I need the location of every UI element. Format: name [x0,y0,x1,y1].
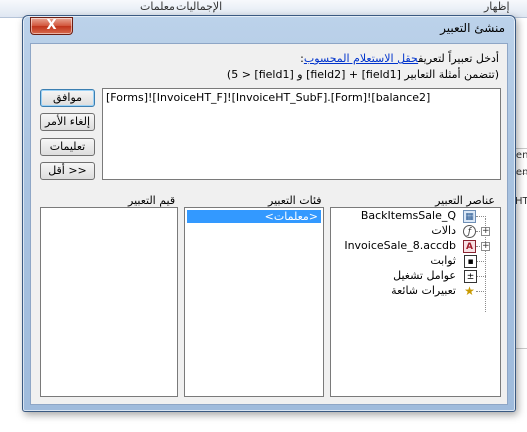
tree-item-operators[interactable]: عوامل تشغيل [393,269,456,283]
tree-item-common-expressions[interactable]: تعبيرات شائعة [391,284,456,298]
tree-connector [476,261,486,262]
tree-item-constants[interactable]: ثوابت [430,254,456,268]
close-button[interactable]: X [30,17,73,35]
bg-params-label: معلمات [140,0,175,13]
tree-connector [476,216,486,217]
help-button[interactable]: تعليمات [40,138,95,156]
tree-item-functions[interactable]: دالات [431,224,456,238]
tree-connector [476,276,486,277]
elements-column-label: عناصر التعبير [435,194,495,207]
dialog-client-area: أدخل تعبيراً لتعريفحقل الاستعلام المحسوب… [30,43,508,405]
query-icon: ▦ [463,210,476,223]
expression-builder-dialog: منشئ التعبير X أدخل تعبيراً لتعريفحقل ال… [22,15,516,412]
database-icon: A [463,240,476,253]
tree-item-database[interactable]: InvoiceSale_8.accdb [344,239,456,253]
expand-icon[interactable]: + [481,227,490,236]
calculated-field-link[interactable]: حقل الاستعلام المحسوب [304,52,418,65]
tree-connector [476,291,486,292]
ok-button[interactable]: موافق [40,89,95,107]
categories-column-label: فئات التعبير [268,194,322,207]
constants-icon: ▪ [464,255,477,268]
expression-values-list[interactable] [40,207,178,397]
expression-categories-list[interactable]: <معلمات> [184,207,324,397]
list-item-selected[interactable]: <معلمات> [187,210,321,223]
expand-icon[interactable]: + [481,242,490,251]
bg-totals-label: الإجماليات [176,0,223,13]
dialog-titlebar[interactable]: منشئ التعبير X [23,16,515,42]
instruction-prefix: أدخل تعبيراً لتعريف [418,52,499,65]
operators-icon: ± [464,270,477,283]
example-text: (تتضمن أمثلة التعابير [field1] + [field2… [226,68,499,81]
tree-item-query[interactable]: BackItemsSale_Q [361,209,456,223]
cancel-button[interactable]: إلغاء الأمر [40,113,95,131]
dialog-title: منشئ التعبير [440,21,505,35]
values-column-label: قيم التعبير [128,194,176,207]
expression-elements-tree[interactable]: ▦ BackItemsSale_Q + ƒ دالات + A InvoiceS… [330,207,501,397]
expression-input[interactable]: [Forms]![InvoiceHT_F]![InvoiceHT_SubF].[… [102,88,501,180]
function-icon: ƒ [463,225,476,238]
bg-show-label: إظهار [484,0,510,13]
less-button[interactable]: << أقل [40,162,95,180]
common-expressions-icon: ★ [464,284,475,298]
bg-side-label: HT [515,196,527,207]
instruction-text: أدخل تعبيراً لتعريفحقل الاستعلام المحسوب… [300,52,499,65]
